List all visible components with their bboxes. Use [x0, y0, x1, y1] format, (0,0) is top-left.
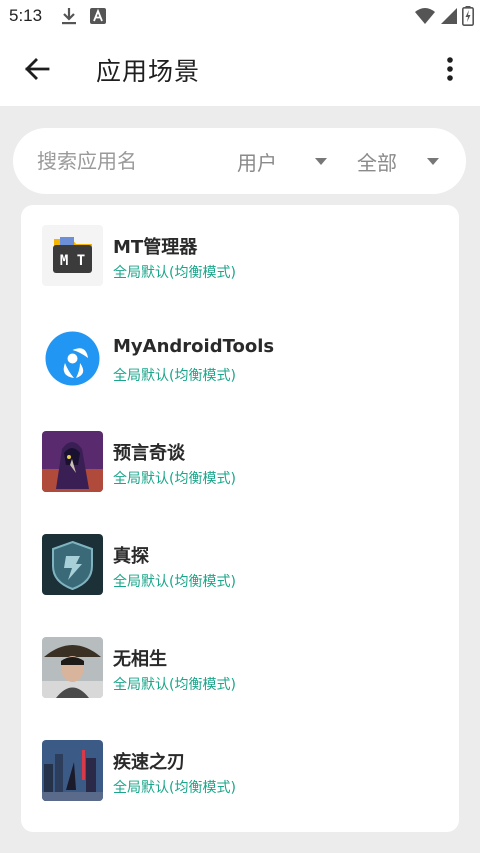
list-item[interactable]: 无相生 全局默认(均衡模式) — [21, 617, 459, 720]
more-vert-icon — [447, 57, 453, 81]
app-mode: 全局默认(均衡模式) — [113, 780, 236, 796]
app-list: M T MT管理器 全局默认(均衡模式) MyAndroidTools 全局默认… — [21, 205, 459, 832]
user-filter-label: 用户 — [237, 150, 277, 175]
app-mode: 全局默认(均衡模式) — [113, 471, 236, 487]
status-time: 5:13 — [9, 6, 43, 25]
notification-a-icon — [90, 8, 106, 28]
hat-warrior-icon — [42, 637, 103, 698]
app-name: 无相生 — [113, 649, 167, 670]
app-mode: 全局默认(均衡模式) — [113, 677, 236, 693]
mt-manager-icon: M T — [42, 225, 103, 286]
scope-filter-dropdown[interactable]: 全部 — [357, 144, 439, 178]
search-input[interactable] — [37, 146, 217, 176]
detective-badge-icon — [42, 534, 103, 595]
signal-icon — [440, 7, 458, 29]
app-name: MyAndroidTools — [113, 336, 275, 357]
list-item[interactable]: 预言奇谈 全局默认(均衡模式) — [21, 411, 459, 514]
page-title: 应用场景 — [96, 57, 201, 86]
more-options-button[interactable] — [438, 52, 462, 86]
app-name: MT管理器 — [113, 237, 198, 258]
download-icon — [60, 6, 78, 30]
list-item[interactable]: M T MT管理器 全局默认(均衡模式) — [21, 205, 459, 308]
app-mode: 全局默认(均衡模式) — [113, 265, 236, 281]
battery-icon — [462, 6, 474, 30]
user-filter-dropdown[interactable]: 用户 — [237, 144, 327, 178]
dropdown-arrow-icon — [427, 157, 439, 165]
svg-text:M T: M T — [60, 253, 85, 269]
scope-filter-label: 全部 — [357, 150, 397, 175]
filter-bar: 用户 全部 — [13, 128, 466, 194]
crow-wizard-icon — [42, 431, 103, 492]
back-button[interactable] — [18, 52, 56, 86]
app-name: 真探 — [113, 546, 149, 567]
list-item[interactable]: 疾速之刃 全局默认(均衡模式) — [21, 720, 459, 823]
app-mode: 全局默认(均衡模式) — [113, 574, 236, 590]
status-bar: 5:13 — [0, 0, 480, 32]
list-item[interactable]: MyAndroidTools 全局默认(均衡模式) — [21, 308, 459, 411]
list-item[interactable]: 真探 全局默认(均衡模式) — [21, 514, 459, 617]
app-name: 疾速之刃 — [113, 752, 185, 773]
myandroidtools-icon — [42, 328, 103, 389]
wifi-icon — [414, 7, 436, 29]
app-bar: 应用场景 — [0, 32, 480, 106]
city-blade-icon — [42, 740, 103, 801]
app-mode: 全局默认(均衡模式) — [113, 368, 236, 384]
app-name: 预言奇谈 — [113, 443, 185, 464]
back-arrow-icon — [25, 58, 50, 80]
dropdown-arrow-icon — [315, 157, 327, 165]
